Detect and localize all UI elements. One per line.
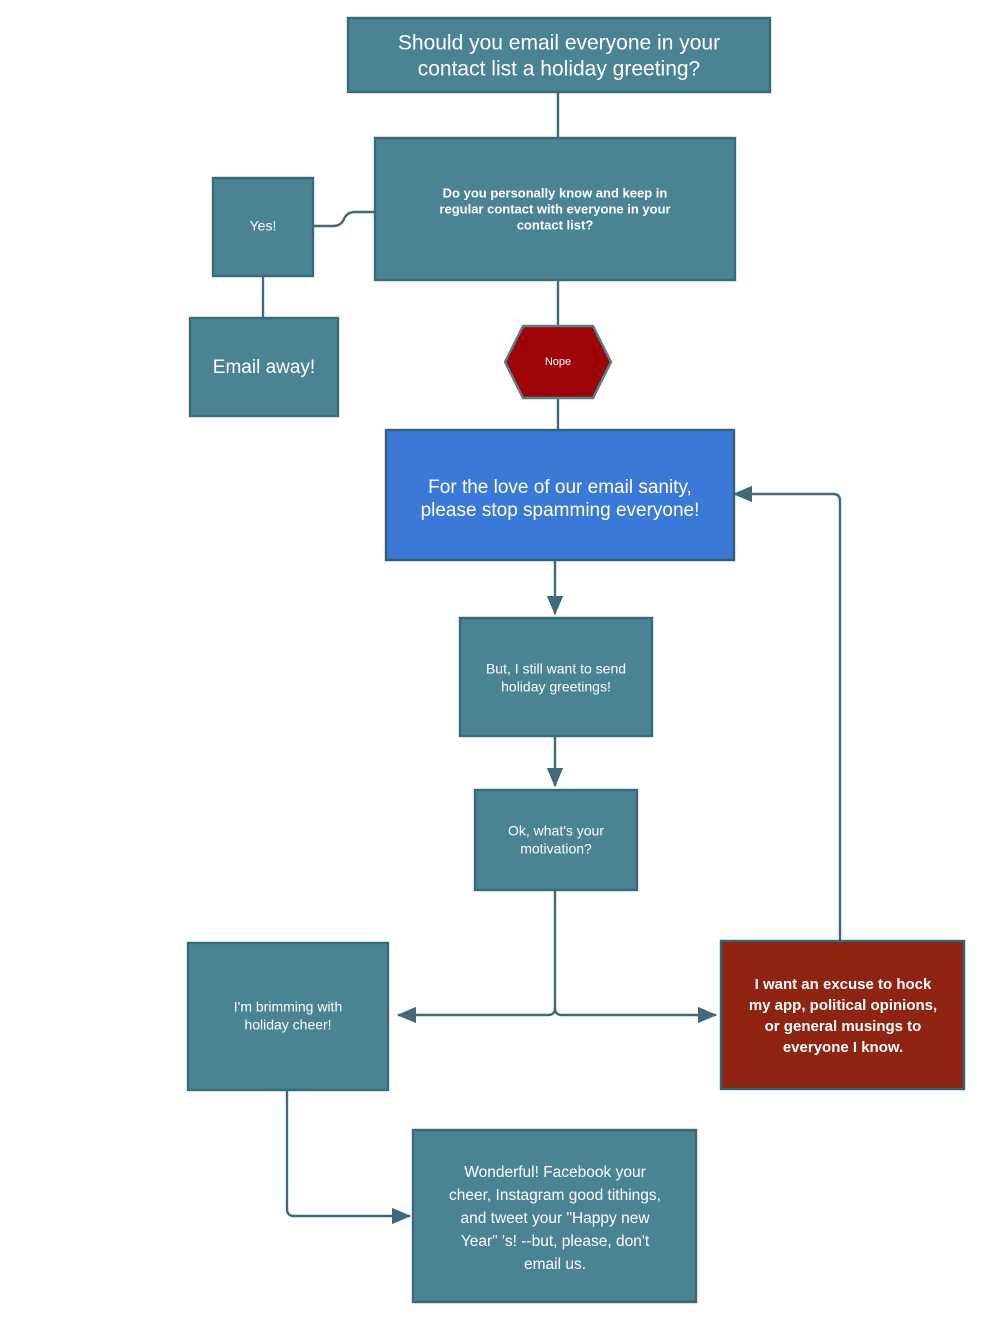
node-stop-spamming[interactable]: For the love of our email sanity, please… [384,428,736,562]
node-brimming[interactable]: I'm brimming with holiday cheer! [186,941,390,1092]
flowchart-svg: Should you email everyone in your contac… [186,16,966,1304]
node-yes[interactable]: Yes! [211,176,315,278]
edge-hock-to-stop-spamming [732,485,842,941]
node-still-want[interactable]: But, I still want to send holiday greeti… [458,616,654,738]
node-motivation-line-1: Ok, what's your [508,823,604,839]
node-email-away[interactable]: Email away! [188,316,340,418]
node-hock-line-3: or general musings to [765,1018,922,1035]
node-title-line-1: Should you email everyone in your [398,32,720,55]
node-still-want-line-2: holiday greetings! [501,679,611,695]
node-hock-line-2: my app, political opinions, [749,997,937,1014]
node-wonderful-line-4: Year" 's! --but, please, don't [461,1233,650,1250]
node-title-line-2: contact list a holiday greeting? [418,58,701,81]
node-wonderful[interactable]: Wonderful! Facebook your cheer, Instagra… [411,1128,698,1304]
node-decision-line-1: Do you personally know and keep in [443,185,668,200]
edge-decision-to-yes [313,210,375,228]
node-wonderful-line-5: email us. [524,1256,586,1273]
node-yes-label: Yes! [250,218,277,234]
node-hock[interactable]: I want an excuse to hock my app, politic… [719,939,966,1091]
node-motivation-line-2: motivation? [520,841,592,857]
node-email-away-label: Email away! [213,357,315,378]
edge-motivation-to-hock [553,1006,718,1024]
node-nope[interactable]: Nope [503,324,613,400]
node-wonderful-line-3: and tweet your "Happy new [460,1210,650,1227]
node-decision[interactable]: Do you personally know and keep in regul… [373,136,737,282]
node-nope-label: Nope [545,356,571,368]
node-title[interactable]: Should you email everyone in your contac… [346,16,772,94]
node-decision-line-2: regular contact with everyone in your [439,201,670,216]
node-decision-line-3: contact list? [517,217,594,232]
node-brimming-line-1: I'm brimming with [234,999,342,1015]
node-hock-line-1: I want an excuse to hock [755,976,932,993]
node-stop-spamming-line-2: please stop spamming everyone! [421,500,700,521]
node-motivation[interactable]: Ok, what's your motivation? [473,788,639,892]
node-hock-line-4: everyone I know. [783,1039,903,1056]
edge-brimming-to-wonderful [285,1090,412,1225]
node-brimming-line-2: holiday cheer! [244,1017,331,1033]
node-still-want-line-1: But, I still want to send [486,661,626,677]
node-stop-spamming-line-1: For the love of our email sanity, [428,477,692,498]
node-wonderful-line-1: Wonderful! Facebook your [464,1164,646,1181]
flowchart-canvas: Should you email everyone in your contac… [0,0,983,1320]
edge-motivation-to-brimming [396,1006,557,1024]
node-wonderful-line-2: cheer, Instagram good tithings, [449,1187,661,1204]
